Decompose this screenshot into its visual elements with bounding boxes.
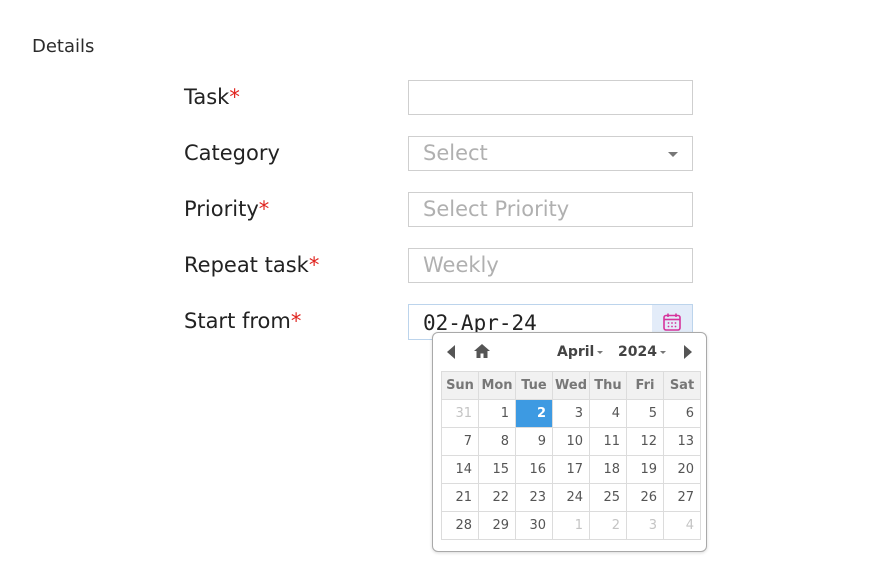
calendar-day[interactable]: 8 — [478, 427, 516, 456]
calendar-day[interactable]: 16 — [515, 455, 553, 484]
start-label: Start from* — [184, 309, 302, 333]
calendar-day[interactable]: 22 — [478, 483, 516, 512]
weekday-header: Sat — [663, 371, 701, 400]
calendar-day[interactable]: 6 — [663, 399, 701, 428]
calendar-day[interactable]: 15 — [478, 455, 516, 484]
weekday-header: Sun — [441, 371, 479, 400]
calendar-day[interactable]: 17 — [552, 455, 590, 484]
calendar-day[interactable]: 11 — [589, 427, 627, 456]
calendar-week: 31 1 2 3 4 5 6 — [441, 399, 701, 428]
calendar-day[interactable]: 30 — [515, 511, 553, 540]
home-icon[interactable] — [473, 343, 491, 363]
weekday-header: Thu — [589, 371, 627, 400]
calendar-day[interactable]: 14 — [441, 455, 479, 484]
category-label: Category — [184, 141, 280, 165]
calendar-icon — [663, 313, 681, 331]
calendar-day[interactable]: 4 — [663, 511, 701, 540]
calendar-day[interactable]: 29 — [478, 511, 516, 540]
section-title: Details — [32, 36, 95, 57]
calendar-week: 14 15 16 17 18 19 20 — [441, 455, 701, 484]
calendar-day[interactable]: 27 — [663, 483, 701, 512]
calendar-day[interactable]: 18 — [589, 455, 627, 484]
calendar-day[interactable]: 20 — [663, 455, 701, 484]
priority-label: Priority* — [184, 197, 270, 221]
calendar-day[interactable]: 28 — [441, 511, 479, 540]
task-input[interactable] — [408, 80, 693, 115]
chevron-left-icon[interactable] — [447, 345, 455, 359]
calendar-day[interactable]: 5 — [626, 399, 664, 428]
weekday-header: Mon — [478, 371, 516, 400]
priority-input[interactable]: Select Priority — [408, 192, 693, 227]
calendar-week: 28 29 30 1 2 3 4 — [441, 511, 701, 540]
calendar-day[interactable]: 25 — [589, 483, 627, 512]
year-select[interactable]: 2024 — [618, 341, 666, 363]
calendar-day[interactable]: 26 — [626, 483, 664, 512]
category-select[interactable]: Select — [408, 136, 693, 171]
calendar-day[interactable]: 12 — [626, 427, 664, 456]
calendar-day[interactable]: 9 — [515, 427, 553, 456]
category-placeholder: Select — [423, 141, 488, 165]
calendar-day[interactable]: 10 — [552, 427, 590, 456]
weekday-header: Wed — [552, 371, 590, 400]
calendar-day[interactable]: 2 — [515, 399, 553, 428]
calendar-grid: Sun Mon Tue Wed Thu Fri Sat 31 1 2 3 4 5 6 7 8 9 10 11 12 1… — [441, 371, 701, 540]
weekday-header: Fri — [626, 371, 664, 400]
calendar-day[interactable]: 2 — [589, 511, 627, 540]
datepicker-header: April 2024 — [433, 341, 706, 365]
calendar-day[interactable]: 21 — [441, 483, 479, 512]
calendar-week: 7 8 9 10 11 12 13 — [441, 427, 701, 456]
calendar-day[interactable]: 23 — [515, 483, 553, 512]
chevron-right-icon[interactable] — [684, 345, 692, 359]
calendar-day[interactable]: 3 — [552, 399, 590, 428]
weekday-header: Tue — [515, 371, 553, 400]
calendar-day[interactable]: 4 — [589, 399, 627, 428]
calendar-day[interactable]: 1 — [478, 399, 516, 428]
chevron-down-icon — [597, 350, 604, 354]
calendar-week: 21 22 23 24 25 26 27 — [441, 483, 701, 512]
calendar-day[interactable]: 31 — [441, 399, 479, 428]
calendar-day[interactable]: 7 — [441, 427, 479, 456]
repeat-input[interactable]: Weekly — [408, 248, 693, 283]
month-select[interactable]: April — [557, 341, 604, 363]
chevron-down-icon — [659, 350, 666, 354]
calendar-day[interactable]: 24 — [552, 483, 590, 512]
calendar-day[interactable]: 1 — [552, 511, 590, 540]
chevron-down-icon — [668, 152, 678, 157]
repeat-label: Repeat task* — [184, 253, 320, 277]
datepicker-popup: April 2024 Sun Mon Tue Wed Thu Fri Sat 31 1 2 3 4 5… — [432, 332, 707, 552]
calendar-day[interactable]: 19 — [626, 455, 664, 484]
task-label: Task* — [184, 85, 240, 109]
calendar-day[interactable]: 3 — [626, 511, 664, 540]
calendar-day[interactable]: 13 — [663, 427, 701, 456]
